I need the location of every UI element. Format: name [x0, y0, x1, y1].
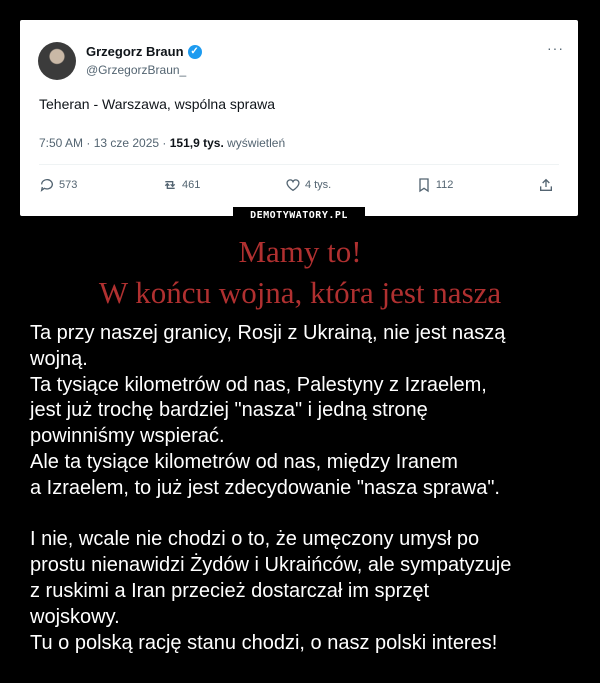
- body-line: Ale ta tysiące kilometrów od nas, między…: [30, 450, 458, 473]
- like-count: 4 tys.: [304, 179, 332, 191]
- body-text: Ta przy naszej granicy, Rosji z Ukrainą,…: [30, 321, 578, 656]
- avatar[interactable]: [38, 42, 76, 80]
- body-line: powinniśmy wspierać.: [30, 425, 225, 448]
- more-options-icon[interactable]: ···: [547, 40, 564, 56]
- views-count: 151,9 tys.: [169, 136, 224, 150]
- body-line: z ruskimi a Iran przecież dostarczał im …: [30, 579, 430, 602]
- like-button[interactable]: 4 tys.: [285, 177, 331, 193]
- body-line: Ta tysiące kilometrów od nas, Palestyny …: [30, 373, 487, 396]
- reply-button[interactable]: 573: [39, 177, 77, 193]
- views-label: wyświetleń: [223, 136, 286, 150]
- retweet-icon: [164, 181, 176, 189]
- body-line: wojną.: [30, 347, 88, 370]
- body-line: jest już trochę bardziej "nasza" i jedną…: [30, 399, 428, 422]
- author-row: Grzegorz Braun ✓: [86, 44, 202, 59]
- reply-icon: [40, 179, 53, 192]
- reply-count: 573: [59, 179, 78, 191]
- tweet-card: Grzegorz Braun ✓ @GrzegorzBraun_ ··· Teh…: [20, 20, 578, 216]
- bookmark-button[interactable]: 112: [416, 177, 454, 193]
- title-line-1: Mamy to!: [238, 234, 362, 269]
- bookmark-icon: [419, 178, 429, 193]
- body-line: I nie, wcale nie chodzi o to, że umęczon…: [30, 528, 480, 551]
- bookmark-count: 112: [435, 179, 454, 191]
- body-line: wojskowy.: [30, 605, 120, 628]
- retweet-count: 461: [181, 179, 201, 191]
- author-handle[interactable]: @GrzegorzBraun_: [86, 63, 186, 77]
- tweet-time[interactable]: 7:50 AM · 13 cze 2025 ·: [39, 136, 170, 150]
- body-line: a Izraelem, to już jest zdecydowanie "na…: [30, 476, 500, 499]
- tweet-meta: 7:50 AM · 13 cze 2025 · 151,9 tys. wyświ…: [39, 136, 285, 150]
- heart-icon: [286, 179, 300, 192]
- title-line-2: W końcu wojna, która jest nasza: [98, 275, 502, 310]
- watermark: DEMOTYWATORY.PL: [233, 207, 365, 224]
- tweet-text: Teheran - Warszawa, wspólna sprawa: [39, 96, 276, 112]
- share-button[interactable]: [538, 177, 554, 193]
- divider: [39, 164, 559, 165]
- action-bar: 573 461 4 tys. 112: [39, 177, 554, 193]
- retweet-button[interactable]: 461: [162, 177, 200, 193]
- author-name[interactable]: Grzegorz Braun: [86, 44, 184, 59]
- verified-badge-icon: ✓: [187, 44, 202, 59]
- body-line: Tu o polską rację stanu chodzi, o nasz p…: [30, 631, 498, 654]
- body-line: prostu nienawidzi Żydów i Ukraińców, ale…: [30, 554, 512, 577]
- body-line: Ta przy naszej granicy, Rosji z Ukrainą,…: [30, 322, 506, 344]
- share-icon: [540, 178, 552, 191]
